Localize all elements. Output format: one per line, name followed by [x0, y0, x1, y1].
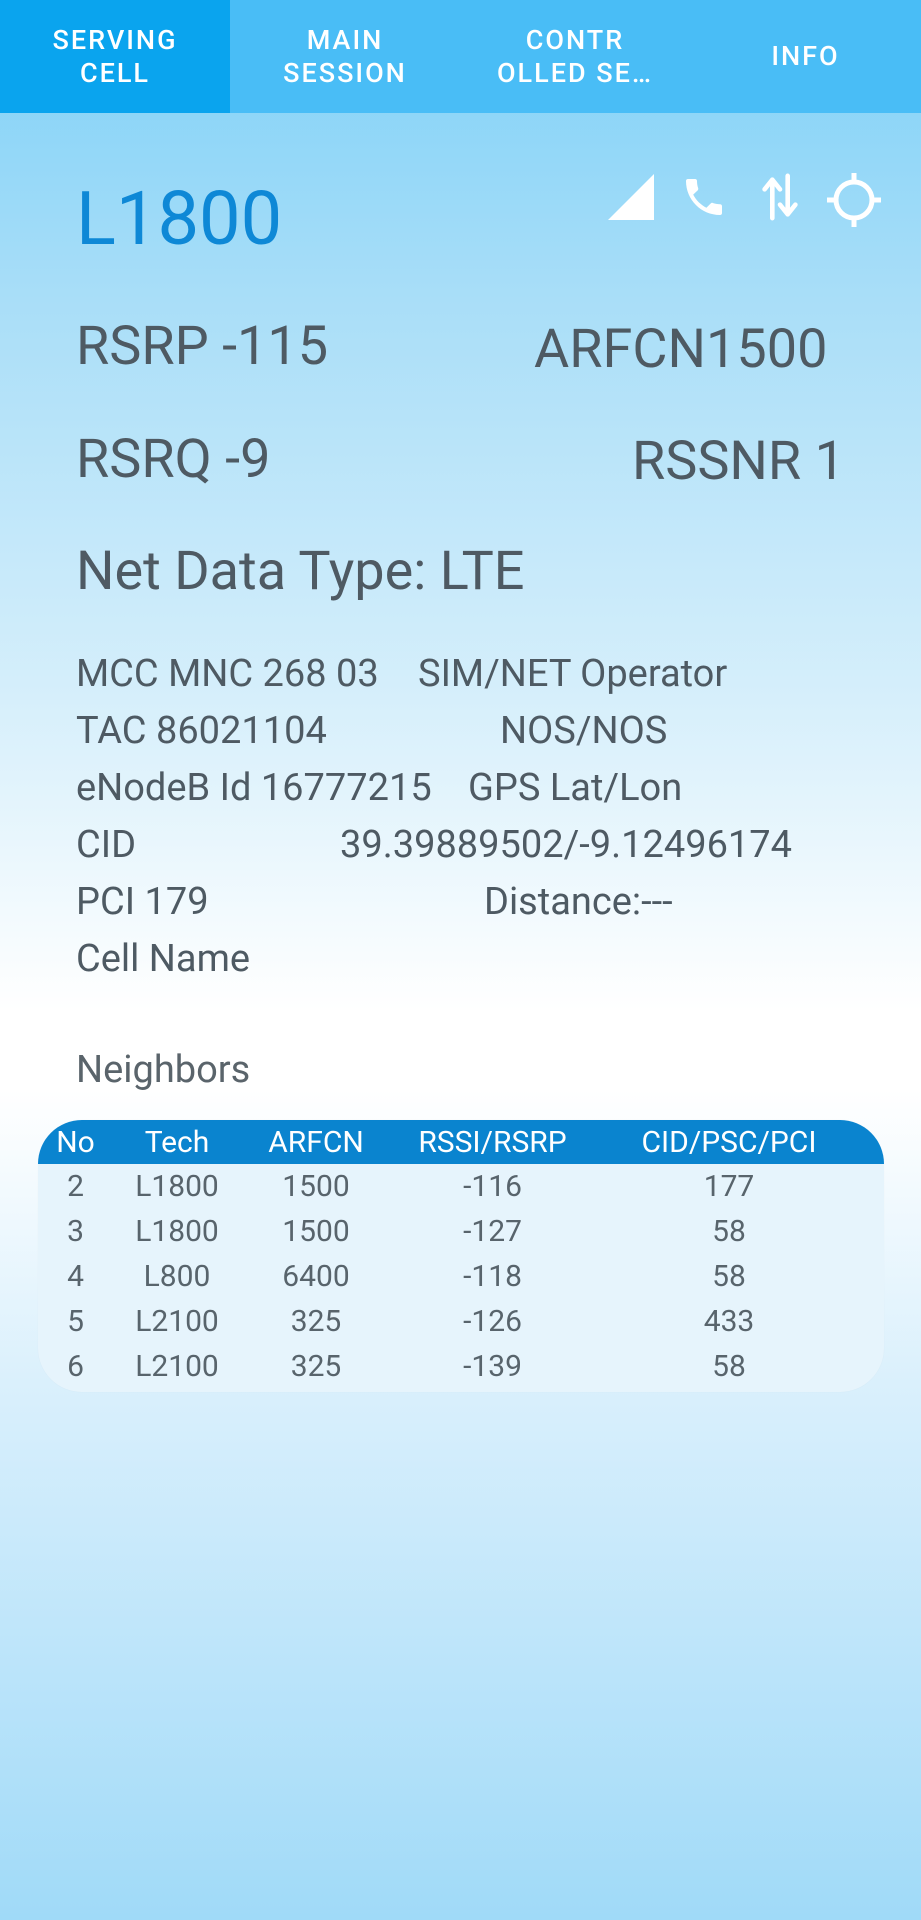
cell-rssi-rsrp: -127 — [463, 1214, 522, 1249]
serving-tech: L1800 — [76, 176, 283, 263]
pci: PCI 179 — [76, 880, 209, 924]
mcc-mnc-label: MCC MNC — [76, 652, 254, 696]
tab-controlled-session[interactable]: CONTR OLLED SE… — [460, 0, 690, 113]
distance-value: --- — [641, 880, 673, 924]
rssnr-metric: RSSNR 1 — [632, 430, 845, 493]
cell-cid: 58 — [712, 1259, 746, 1294]
distance: Distance:--- — [484, 880, 673, 924]
table-row: 4 L800 6400 -118 58 — [38, 1254, 884, 1299]
rssnr-value: 1 — [814, 430, 845, 493]
table-row: 6 L2100 325 -139 58 — [38, 1344, 884, 1389]
cell-no: 6 — [67, 1349, 84, 1384]
rssnr-label: RSSNR — [632, 430, 802, 493]
cell-tech: L1800 — [135, 1169, 219, 1204]
tab-serving-cell[interactable]: SERVING CELL — [0, 0, 230, 113]
pci-label: PCI — [76, 880, 136, 924]
rsrp-value: -115 — [222, 315, 329, 378]
phone-icon — [686, 179, 722, 215]
cell-rssi-rsrp: -116 — [463, 1169, 522, 1204]
cell-tech: L1800 — [135, 1214, 219, 1249]
cell-arfcn: 1500 — [282, 1169, 350, 1204]
tab-bar: SERVING CELL MAIN SESSION CONTR OLLED SE… — [0, 0, 921, 113]
table-row: 3 L1800 1500 -127 58 — [38, 1209, 884, 1254]
pci-value: 179 — [144, 880, 209, 924]
distance-label: Distance: — [484, 880, 642, 924]
header-tech: Tech — [144, 1124, 210, 1160]
mcc-mnc: MCC MNC 268 03 — [76, 652, 379, 696]
cell-arfcn: 6400 — [282, 1259, 350, 1294]
cell-cid: 58 — [712, 1214, 746, 1249]
rsrq-label: RSRQ — [76, 428, 212, 491]
gps-value: 39.39889502/-9.12496174 — [340, 823, 792, 867]
tab-main-session[interactable]: MAIN SESSION — [230, 0, 460, 113]
operator-value: NOS/NOS — [500, 709, 668, 753]
cell-tech: L2100 — [135, 1304, 219, 1339]
rsrp-label: RSRP — [76, 315, 209, 378]
cell-rssi-rsrp: -126 — [463, 1304, 522, 1339]
cell-cid: 433 — [703, 1304, 755, 1339]
rsrq-metric: RSRQ -9 — [76, 428, 270, 491]
neighbors-table: No Tech ARFCN RSSI/RSRP CID/PSC/PCI 2 L1… — [38, 1120, 884, 1392]
cell-tech: L2100 — [135, 1349, 219, 1384]
arfcn-metric: ARFCN1500 — [534, 318, 827, 381]
cell-no: 4 — [67, 1259, 84, 1294]
enodeb-label: eNodeB Id — [76, 766, 252, 810]
enodeb-value: 16777215 — [260, 766, 432, 810]
table-header: No Tech ARFCN RSSI/RSRP CID/PSC/PCI — [38, 1120, 884, 1164]
cell-rssi-rsrp: -139 — [463, 1349, 522, 1384]
cell-rssi-rsrp: -118 — [463, 1259, 522, 1294]
table-row: 5 L2100 325 -126 433 — [38, 1299, 884, 1344]
cell-arfcn: 325 — [290, 1349, 342, 1384]
arfcn-label: ARFCN — [534, 318, 707, 381]
arfcn-value: 1500 — [706, 318, 828, 381]
data-transfer-icon — [762, 173, 798, 221]
mcc-mnc-value: 268 03 — [262, 652, 379, 696]
gps-label: GPS Lat/Lon — [468, 766, 683, 810]
cell-name-label: Cell Name — [76, 937, 251, 981]
operator-label: SIM/NET Operator — [418, 652, 728, 696]
cell-cid: 58 — [712, 1349, 746, 1384]
tac-label: TAC — [76, 709, 147, 753]
net-data-type: Net Data Type: LTE — [76, 540, 524, 603]
cell-no: 5 — [67, 1304, 84, 1339]
tab-info[interactable]: INFO — [690, 0, 921, 113]
header-cid-psc-pci: CID/PSC/PCI — [641, 1124, 817, 1160]
tac: TAC 86021104 — [76, 709, 327, 753]
cell-no: 2 — [67, 1169, 84, 1204]
rsrq-value: -9 — [225, 428, 271, 491]
rsrp-metric: RSRP -115 — [76, 315, 328, 378]
tac-value: 86021104 — [155, 709, 327, 753]
gps-icon — [827, 173, 881, 227]
enodeb-id: eNodeB Id 16777215 — [76, 766, 432, 810]
cell-arfcn: 325 — [290, 1304, 342, 1339]
header-arfcn: ARFCN — [268, 1124, 364, 1160]
cell-arfcn: 1500 — [282, 1214, 350, 1249]
cell-no: 3 — [67, 1214, 84, 1249]
header-rssi-rsrp: RSSI/RSRP — [418, 1124, 567, 1160]
neighbors-title: Neighbors — [76, 1048, 251, 1092]
header-no: No — [56, 1124, 95, 1160]
table-row: 2 L1800 1500 -116 177 — [38, 1164, 884, 1209]
cell-cid: 177 — [703, 1169, 755, 1204]
cell-tech: L800 — [143, 1259, 211, 1294]
signal-icon — [608, 174, 654, 220]
net-data-type-label: Net Data Type: — [76, 540, 427, 603]
cid-label: CID — [76, 823, 137, 867]
net-data-type-value: LTE — [439, 540, 525, 603]
